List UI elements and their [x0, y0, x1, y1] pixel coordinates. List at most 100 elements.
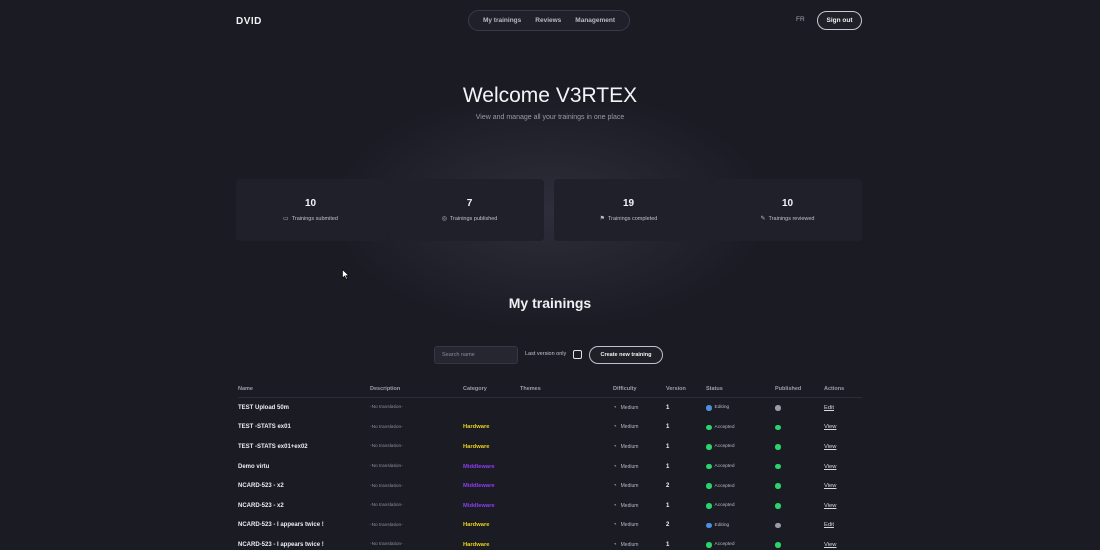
row-category: Hardware	[463, 443, 490, 450]
table-header: Name Description Category Themes Difficu…	[238, 380, 862, 398]
published-dot-icon	[775, 463, 781, 470]
row-action-link[interactable]: Edit	[824, 522, 834, 528]
row-action-link[interactable]: View	[824, 444, 836, 450]
row-name: TEST -STATS ex01	[238, 424, 291, 431]
difficulty-label: Medium	[620, 404, 639, 411]
column-header-themes: Themes	[520, 385, 541, 392]
stat-label: Trainings completed	[608, 215, 658, 222]
row-status: Accepted	[706, 437, 735, 457]
row-action: View	[824, 496, 836, 516]
difficulty-icon: ◔	[613, 463, 617, 470]
table-body: TEST Upload 50m -No translation- ◔ Medium 1 E…	[238, 398, 862, 550]
status-dot-icon	[706, 522, 712, 529]
row-category: Hardware	[463, 541, 490, 548]
stat-label: Trainings submited	[291, 215, 338, 222]
stat-label: Trainings reviewed	[768, 215, 815, 222]
difficulty-icon: ◔	[613, 404, 617, 411]
stat-label-row: ✎ Trainings reviewed	[760, 215, 815, 223]
row-difficulty: ◔ Medium	[613, 437, 638, 457]
last-version-label: Last version only	[525, 351, 567, 357]
search-input[interactable]	[434, 346, 518, 364]
stat-label-row: ◎ Trainings published	[442, 215, 498, 223]
row-action: View	[824, 437, 836, 457]
logo[interactable]: DVID	[236, 12, 262, 30]
published-dot-icon	[775, 424, 781, 431]
row-action-link[interactable]: View	[824, 542, 836, 548]
published-dot-icon	[775, 503, 781, 509]
column-header-actions: Actions	[824, 385, 845, 392]
row-published	[775, 535, 781, 550]
row-description: -No translation-	[370, 522, 403, 528]
column-header-name: Name	[238, 385, 253, 392]
published-dot-icon	[775, 542, 781, 548]
status-label: Accepted	[714, 424, 735, 430]
row-difficulty: ◔ Medium	[613, 457, 638, 477]
row-description: -No translation-	[370, 424, 403, 430]
pen-icon: ✎	[760, 216, 766, 222]
logo-text: DVID	[236, 15, 262, 27]
row-name: NCARD-523 - x2	[238, 483, 284, 490]
column-header-status: Status	[706, 385, 723, 392]
row-version: 2	[666, 483, 670, 490]
row-published	[775, 418, 781, 438]
stat-value: 10	[304, 198, 317, 209]
section-title: My trainings	[508, 295, 592, 311]
row-published	[775, 437, 781, 457]
row-status: Accepted	[706, 476, 735, 496]
difficulty-icon: ◔	[613, 483, 617, 490]
table-row: NCARD-523 - I appears twice ! -No transla…	[238, 535, 862, 550]
stats-row: 10 ▭ Trainings submited 7 ◎ Trainings pu…	[236, 179, 862, 241]
stat-value: 19	[622, 198, 635, 209]
table-row: NCARD-523 - x2 -No translation- Middleware…	[238, 476, 862, 496]
column-header-published: Published	[775, 385, 802, 392]
difficulty-label: Medium	[620, 463, 639, 470]
nav-reviews[interactable]: Reviews	[535, 17, 561, 24]
row-published	[775, 398, 781, 418]
row-published	[775, 496, 781, 516]
column-header-difficulty: Difficulty	[613, 385, 637, 392]
row-category: Middleware	[463, 463, 495, 470]
row-description: -No translation-	[370, 483, 403, 489]
stat-label-row: ⚑ Trainings completed	[600, 215, 658, 223]
row-name: NCARD-523 - x2	[238, 502, 284, 509]
row-action-link[interactable]: View	[824, 464, 836, 470]
row-version: 1	[666, 404, 670, 411]
status-label: Editing	[714, 405, 730, 411]
status-dot-icon	[706, 483, 712, 489]
sign-out-button[interactable]: Sign out	[817, 11, 862, 30]
nav-management[interactable]: Management	[575, 17, 615, 24]
row-description: -No translation-	[370, 405, 403, 411]
row-status: Accepted	[706, 457, 735, 477]
row-name: TEST Upload 50m	[238, 404, 290, 411]
status-label: Accepted	[714, 503, 735, 509]
column-header-description: Description	[370, 385, 401, 392]
row-action-link[interactable]: View	[824, 483, 836, 489]
row-action-link[interactable]: View	[824, 424, 836, 430]
status-dot-icon	[706, 503, 712, 509]
stat-card-reviewed: 10 ✎ Trainings reviewed	[713, 179, 862, 241]
row-action: View	[824, 476, 836, 496]
row-action: View	[824, 457, 836, 477]
nav-my-trainings[interactable]: My trainings	[483, 17, 521, 24]
row-action-link[interactable]: View	[824, 503, 836, 509]
row-status: Editing	[706, 398, 729, 418]
row-action: Edit	[824, 398, 834, 418]
last-version-checkbox[interactable]	[573, 350, 582, 359]
row-name: Demo virtu	[238, 463, 270, 470]
main-nav: My trainings Reviews Management	[468, 10, 630, 31]
row-published	[775, 457, 781, 477]
language-switch[interactable]: FR	[796, 16, 805, 23]
difficulty-label: Medium	[620, 522, 639, 529]
status-dot-icon	[706, 424, 712, 431]
table-row: TEST Upload 50m -No translation- ◔ Medium 1 E…	[238, 398, 862, 418]
row-published	[775, 476, 781, 496]
row-difficulty: ◔ Medium	[613, 516, 638, 536]
table-row: Demo virtu -No translation- Middleware ◔ Med…	[238, 457, 862, 477]
create-training-button[interactable]: Create new training	[589, 346, 663, 364]
row-published	[775, 516, 781, 536]
row-difficulty: ◔ Medium	[613, 398, 638, 418]
row-version: 1	[666, 502, 670, 509]
row-action-link[interactable]: Edit	[824, 405, 834, 411]
column-header-category: Category	[463, 385, 487, 392]
status-dot-icon	[706, 444, 712, 450]
